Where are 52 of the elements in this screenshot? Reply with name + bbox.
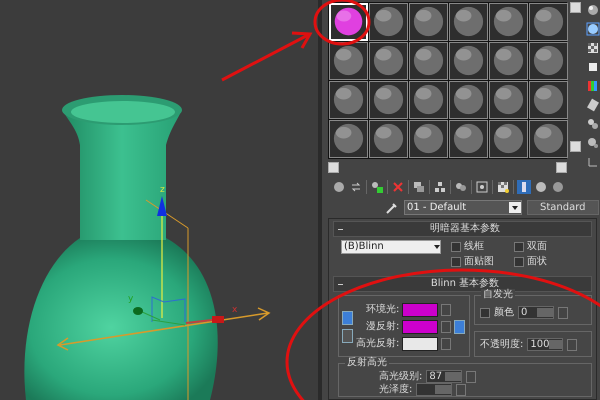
- field-label: 高光级别:: [379, 370, 422, 382]
- material-name-dropdown[interactable]: 01 - Default: [404, 200, 522, 215]
- axis-label: y: [128, 294, 134, 304]
- axis-label: z: [160, 185, 165, 195]
- color-label: 漫反射:: [366, 321, 400, 333]
- material-type-button[interactable]: Standard: [527, 200, 598, 215]
- assign-icon[interactable]: [370, 180, 384, 194]
- eyedropper-icon[interactable]: [385, 200, 399, 214]
- sphere-icon[interactable]: [332, 180, 346, 194]
- target-icon[interactable]: [475, 180, 489, 194]
- shader-dropdown[interactable]: (B)Blinn: [341, 240, 441, 254]
- spinner-field[interactable]: 100: [527, 338, 564, 351]
- shader-name: (B)Blinn: [344, 241, 384, 253]
- lock-icon[interactable]: [342, 329, 353, 343]
- bar-icon[interactable]: [517, 180, 531, 194]
- color-swatch[interactable]: [402, 337, 438, 351]
- field-label: 光泽度:: [379, 384, 412, 396]
- delete-icon[interactable]: [391, 180, 405, 194]
- checkbox[interactable]: [514, 257, 524, 267]
- color-swatch[interactable]: [402, 303, 438, 317]
- checker-icon[interactable]: [496, 180, 510, 194]
- checkbox[interactable]: [451, 242, 461, 252]
- copy-icon[interactable]: [412, 180, 426, 194]
- sphere-icon[interactable]: [586, 22, 600, 36]
- sphere-icon[interactable]: [586, 3, 600, 17]
- checkbox-label: 面状: [527, 256, 547, 268]
- axis-label: x: [232, 305, 238, 315]
- square-icon[interactable]: [586, 60, 600, 74]
- checkbox-label: 线框: [464, 241, 484, 253]
- checkbox[interactable]: [480, 308, 490, 318]
- checkbox-label: 颜色: [494, 306, 514, 318]
- lock-icon[interactable]: [454, 320, 466, 334]
- group-title: 自发光: [481, 289, 515, 301]
- spinner-field[interactable]: [416, 383, 452, 396]
- spinner-field[interactable]: 0: [518, 306, 554, 319]
- spinner-field[interactable]: 87: [426, 370, 462, 383]
- group-title: 反射高光: [345, 357, 389, 369]
- color-bars-icon[interactable]: [586, 79, 600, 93]
- tree-icon[interactable]: [433, 180, 447, 194]
- checkbox-label: 双面: [527, 241, 547, 253]
- field-label: 不透明度:: [480, 338, 524, 350]
- checkbox[interactable]: [514, 242, 524, 252]
- rollout-header[interactable]: 明暗器基本参数: [333, 221, 592, 237]
- checker-icon[interactable]: [586, 41, 600, 55]
- color-swatch[interactable]: [402, 320, 438, 334]
- transform-gizmo-drawing[interactable]: [56, 196, 270, 400]
- material-name: 01 - Default: [407, 202, 466, 214]
- checkbox[interactable]: [451, 257, 461, 267]
- color-label: 环境光:: [366, 304, 400, 316]
- checkbox-label: 面贴图: [464, 256, 494, 268]
- arrows-icon[interactable]: [349, 180, 363, 194]
- color-label: 高光反射:: [356, 338, 400, 350]
